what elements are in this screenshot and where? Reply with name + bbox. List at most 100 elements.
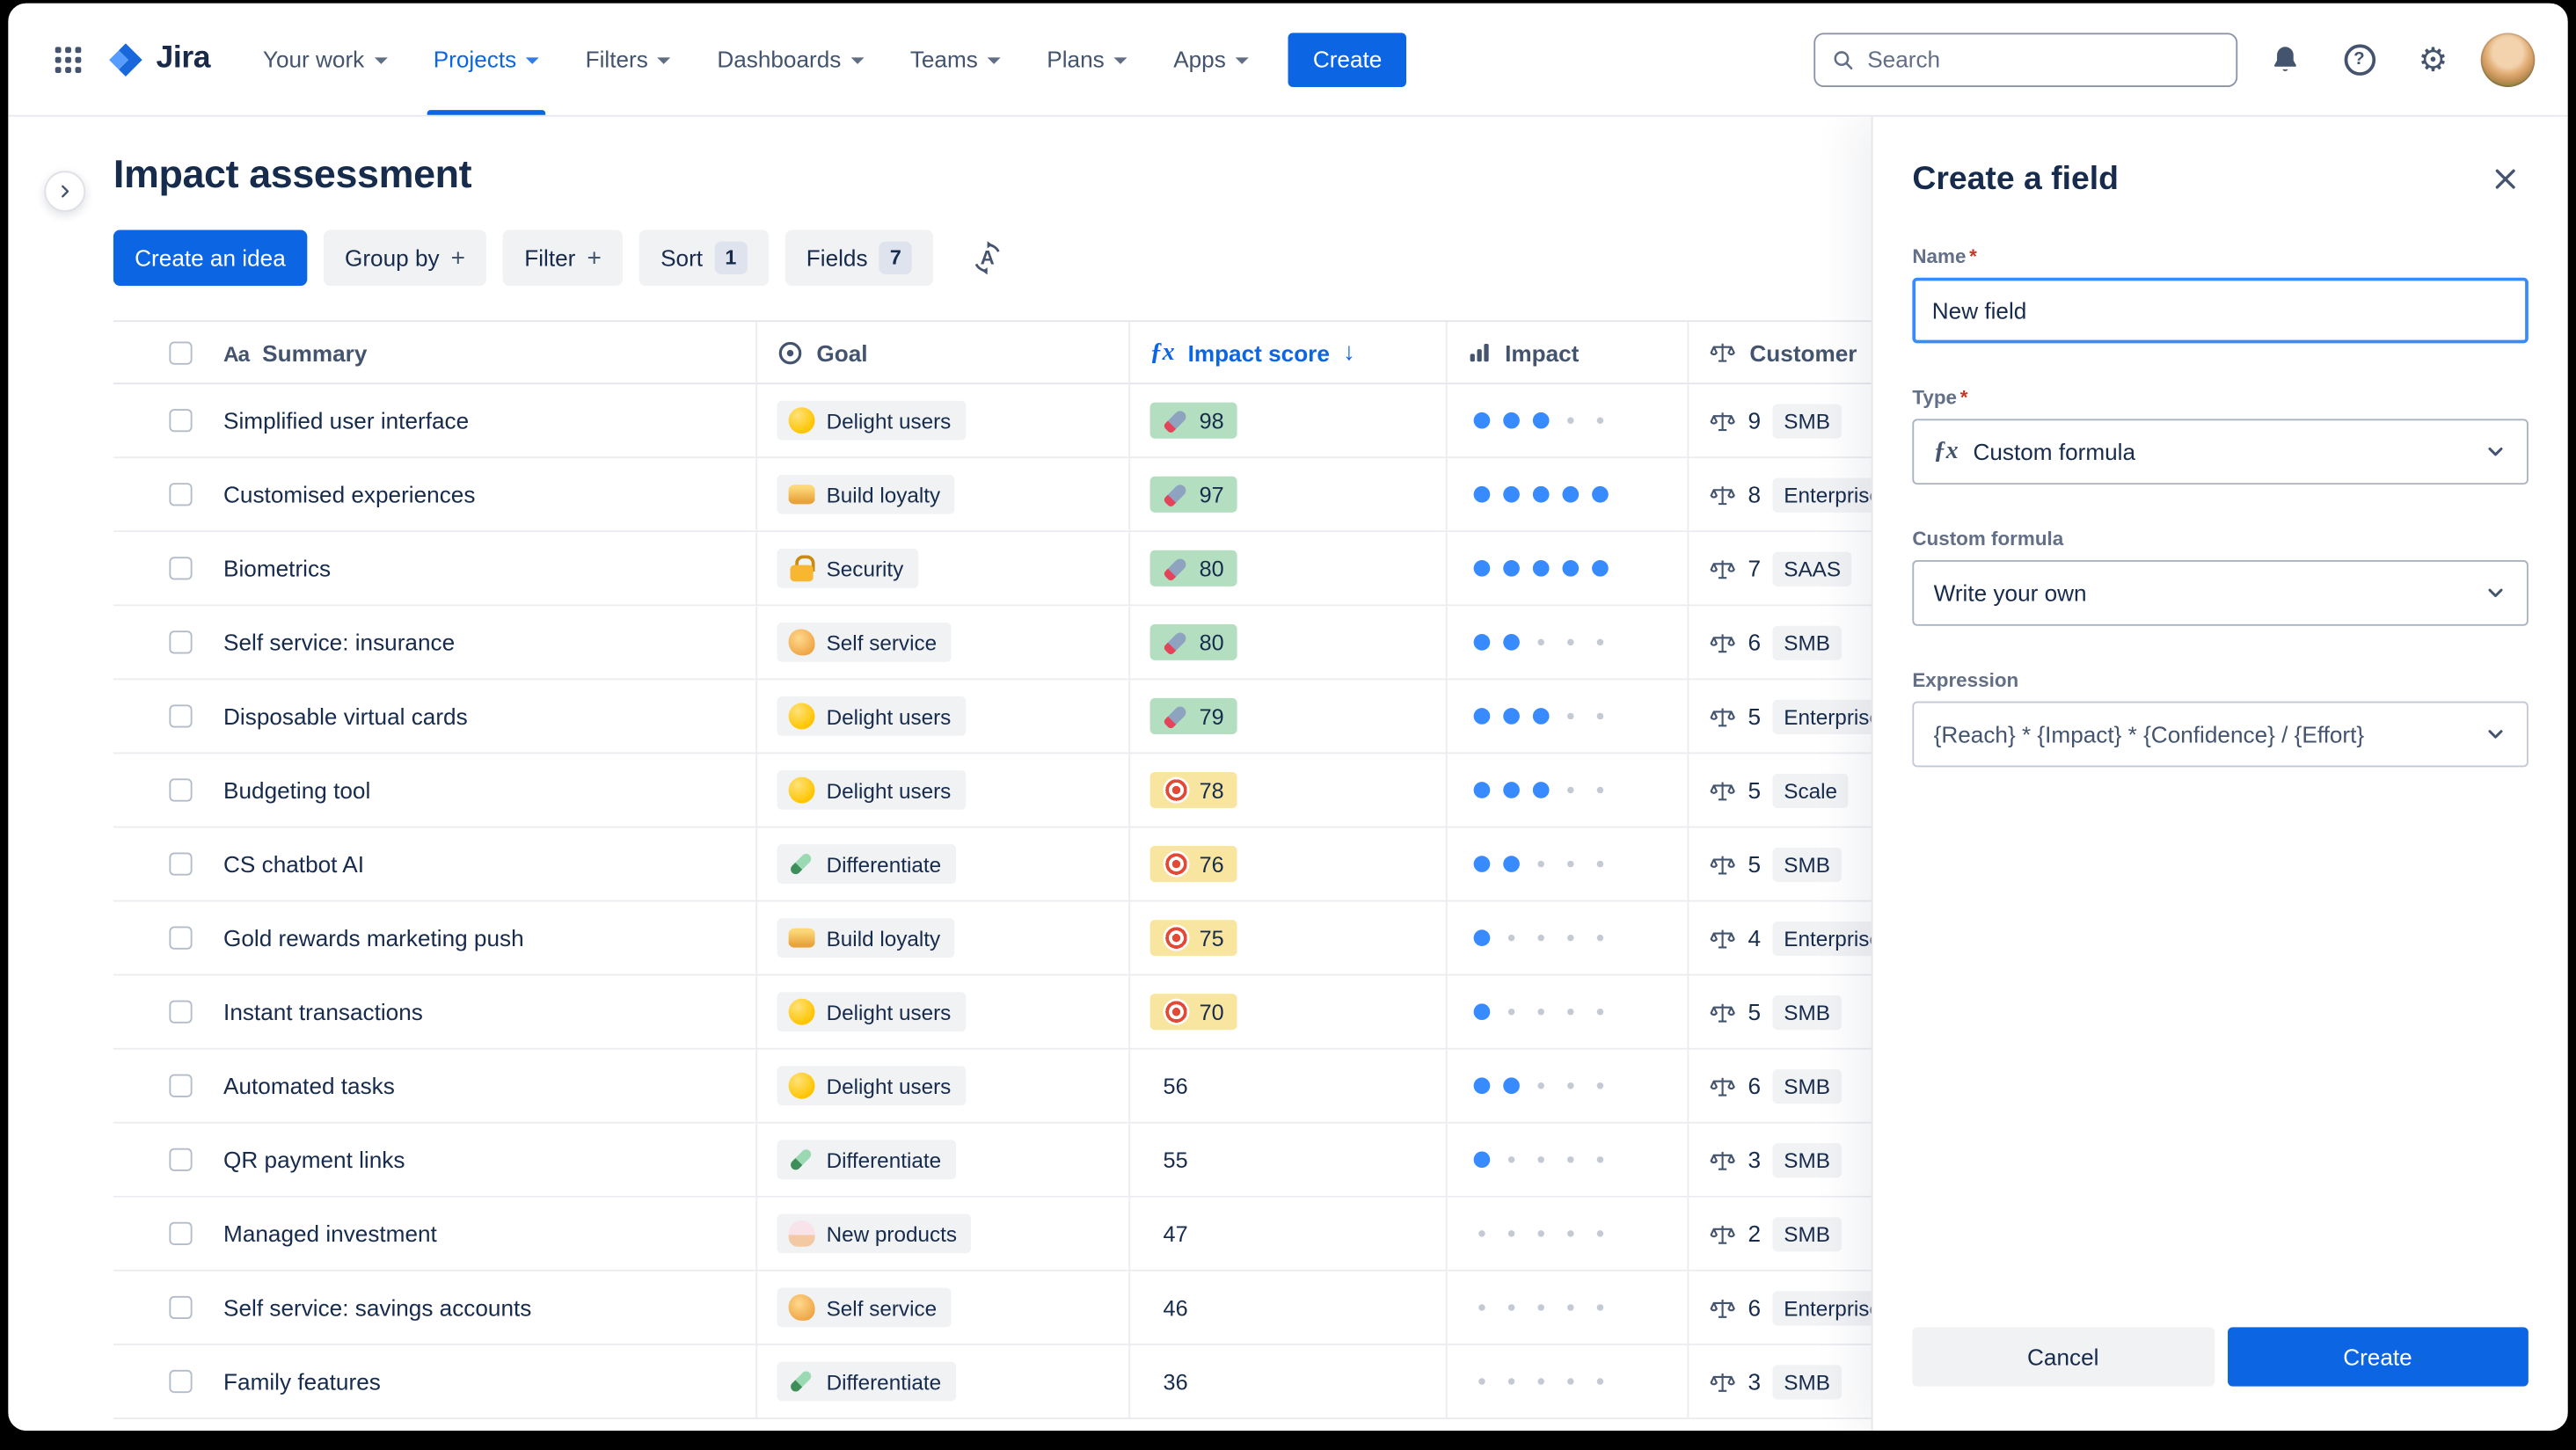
customer-cell[interactable]: 4 Enterprise	[1689, 902, 1872, 974]
customer-cell[interactable]: 8 Enterprise	[1689, 458, 1872, 530]
nav-item-teams[interactable]: Teams	[887, 4, 1024, 115]
row-checkbox[interactable]	[169, 1221, 193, 1245]
goal-cell[interactable]: Delight users	[757, 975, 1131, 1048]
settings-button[interactable]: ⚙	[2407, 33, 2460, 85]
table-row[interactable]: Managed investment New products 47 2 SMB	[113, 1197, 1872, 1271]
row-checkbox[interactable]	[169, 557, 193, 580]
custom-formula-select[interactable]: Write your own	[1912, 559, 2529, 626]
impact-score-cell[interactable]: 98	[1130, 384, 1448, 457]
customer-cell[interactable]: 6 SMB	[1689, 606, 1871, 678]
create-idea-button[interactable]: Create an idea	[113, 230, 308, 287]
customer-cell[interactable]: 7 SAAS	[1689, 532, 1871, 604]
impact-score-cell[interactable]: 70	[1130, 975, 1448, 1048]
create-button[interactable]: Create	[1288, 32, 1407, 87]
impact-score-cell[interactable]: 80	[1130, 606, 1448, 679]
rank-sort-button[interactable]: A	[958, 230, 1017, 287]
impact-score-cell[interactable]: 76	[1130, 827, 1448, 900]
table-row[interactable]: Disposable virtual cards Delight users 79 5…	[113, 680, 1872, 754]
customer-cell[interactable]: 5 SMB	[1689, 827, 1871, 900]
group-by-button[interactable]: Group by	[323, 230, 487, 287]
jira-logo[interactable]: Jira	[106, 40, 211, 78]
nav-item-filters[interactable]: Filters	[562, 4, 694, 115]
row-checkbox[interactable]	[169, 704, 193, 728]
row-checkbox[interactable]	[169, 1074, 193, 1097]
row-checkbox[interactable]	[169, 778, 193, 802]
nav-item-your-work[interactable]: Your work	[240, 4, 411, 115]
table-row[interactable]: Customised experiences Build loyalty 97 8 En…	[113, 458, 1872, 533]
row-checkbox[interactable]	[169, 1295, 193, 1320]
summary-cell[interactable]: Biometrics	[204, 532, 758, 605]
goal-cell[interactable]: Delight users	[757, 1049, 1131, 1122]
summary-cell[interactable]: Simplified user interface	[204, 384, 758, 457]
table-row[interactable]: Biometrics Security 80 7 SAAS	[113, 532, 1872, 607]
row-checkbox[interactable]	[169, 409, 193, 433]
row-checkbox[interactable]	[169, 1148, 193, 1171]
table-row[interactable]: Gold rewards marketing push Build loyalty…	[113, 901, 1872, 976]
notifications-button[interactable]	[2259, 33, 2312, 85]
column-header-impact-score[interactable]: Impact score	[1130, 322, 1448, 383]
impact-score-cell[interactable]: 47	[1130, 1197, 1448, 1270]
customer-cell[interactable]: 5 SMB	[1689, 976, 1871, 1048]
table-row[interactable]: CS chatbot AI Differentiate 76 5 SMB	[113, 827, 1872, 902]
impact-score-cell[interactable]: 55	[1130, 1123, 1448, 1196]
impact-cell[interactable]	[1448, 1197, 1689, 1270]
nav-item-dashboards[interactable]: Dashboards	[694, 4, 887, 115]
column-header-summary[interactable]: Summary	[204, 322, 758, 383]
table-row[interactable]: Self service: savings accounts Self servi…	[113, 1271, 1872, 1345]
summary-cell[interactable]: Disposable virtual cards	[204, 680, 758, 753]
summary-cell[interactable]: Family features	[204, 1344, 758, 1418]
impact-score-cell[interactable]: 79	[1130, 680, 1448, 753]
row-checkbox[interactable]	[169, 1000, 193, 1024]
impact-score-cell[interactable]: 56	[1130, 1049, 1448, 1122]
column-header-customer[interactable]: Customer	[1689, 322, 1871, 383]
customer-cell[interactable]: 5 Enterprise	[1689, 680, 1872, 752]
customer-cell[interactable]: 3 SMB	[1689, 1345, 1871, 1417]
search-input[interactable]	[1867, 46, 2220, 73]
impact-cell[interactable]	[1448, 827, 1689, 900]
customer-cell[interactable]: 3 SMB	[1689, 1124, 1871, 1196]
impact-score-cell[interactable]: 80	[1130, 532, 1448, 605]
sidebar-expand-button[interactable]	[44, 171, 86, 212]
summary-cell[interactable]: Instant transactions	[204, 975, 758, 1048]
sort-button[interactable]: Sort 1	[639, 230, 769, 287]
expression-select[interactable]: {Reach} * {Impact} * {Confidence} / {Eff…	[1912, 701, 2529, 768]
impact-cell[interactable]	[1448, 975, 1689, 1048]
type-select[interactable]: Custom formula	[1912, 419, 2529, 485]
table-row[interactable]: Automated tasks Delight users 56 6 SMB	[113, 1049, 1872, 1124]
column-header-goal[interactable]: Goal	[757, 322, 1131, 383]
summary-cell[interactable]: Customised experiences	[204, 458, 758, 531]
impact-score-cell[interactable]: 46	[1130, 1271, 1448, 1344]
fields-button[interactable]: Fields 7	[784, 230, 934, 287]
goal-cell[interactable]: Build loyalty	[757, 901, 1131, 974]
table-row[interactable]: Simplified user interface Delight users 98…	[113, 384, 1872, 459]
impact-cell[interactable]	[1448, 1123, 1689, 1196]
row-checkbox[interactable]	[169, 630, 193, 654]
table-row[interactable]: Self service: insurance Self service 80 6 SM…	[113, 606, 1872, 681]
impact-cell[interactable]	[1448, 754, 1689, 827]
goal-cell[interactable]: Delight users	[757, 384, 1131, 457]
row-checkbox[interactable]	[169, 483, 193, 506]
global-search[interactable]	[1813, 32, 2238, 87]
impact-score-cell[interactable]: 75	[1130, 901, 1448, 974]
goal-cell[interactable]: Self service	[757, 1271, 1131, 1344]
summary-cell[interactable]: Self service: insurance	[204, 606, 758, 679]
goal-cell[interactable]: Build loyalty	[757, 458, 1131, 531]
create-field-button[interactable]: Create	[2227, 1327, 2529, 1387]
summary-cell[interactable]: Budgeting tool	[204, 754, 758, 827]
row-checkbox[interactable]	[169, 1369, 193, 1394]
goal-cell[interactable]: Differentiate	[757, 1123, 1131, 1196]
nav-item-plans[interactable]: Plans	[1024, 4, 1150, 115]
impact-score-cell[interactable]: 36	[1130, 1344, 1448, 1418]
user-avatar[interactable]	[2480, 32, 2536, 87]
impact-cell[interactable]	[1448, 1049, 1689, 1122]
impact-score-cell[interactable]: 97	[1130, 458, 1448, 531]
goal-cell[interactable]: Self service	[757, 606, 1131, 679]
help-button[interactable]	[2333, 33, 2386, 85]
summary-cell[interactable]: Self service: savings accounts	[204, 1271, 758, 1344]
summary-cell[interactable]: CS chatbot AI	[204, 827, 758, 900]
table-row[interactable]: Family features Differentiate 36 3 SMB	[113, 1344, 1872, 1419]
impact-cell[interactable]	[1448, 606, 1689, 679]
row-checkbox[interactable]	[169, 852, 193, 876]
impact-cell[interactable]	[1448, 532, 1689, 605]
customer-cell[interactable]: 9 SMB	[1689, 384, 1871, 456]
